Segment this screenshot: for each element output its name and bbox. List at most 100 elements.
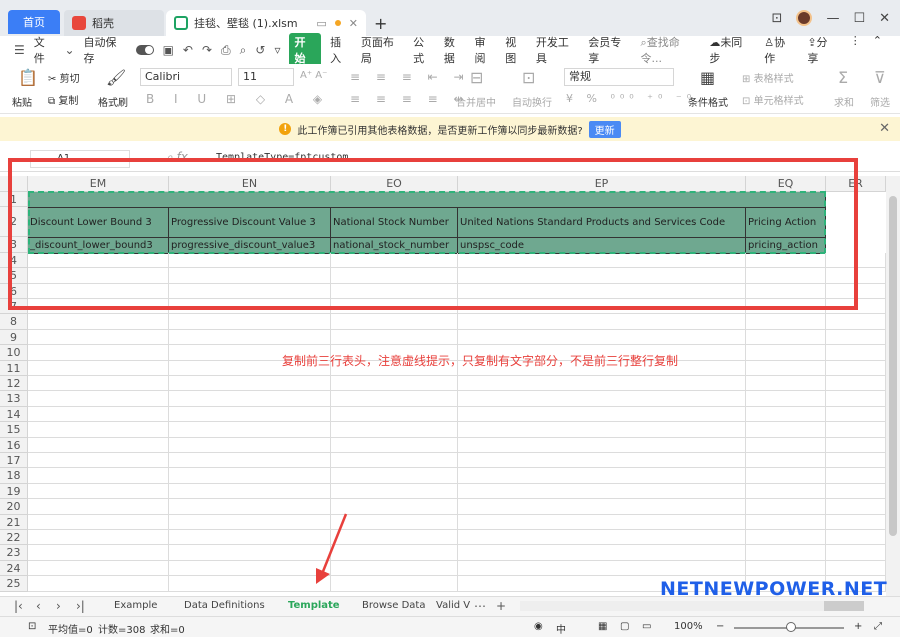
grid-cell[interactable] [458,268,746,284]
grid-cell[interactable] [169,252,331,269]
grid-cell[interactable] [746,530,826,546]
grid-cell[interactable] [746,545,826,561]
tab-workbook[interactable]: 挂毯、壁毯 (1).xlsm ▭ ✕ [166,10,366,36]
cell-em3[interactable]: _discount_lower_bound3 [28,238,169,254]
grid-cell[interactable] [826,391,886,407]
grid-cell[interactable] [28,514,169,530]
cell-style-button[interactable]: ⊡ 单元格样式 [742,92,804,107]
col-header-en[interactable]: EN [169,176,331,192]
row-header[interactable]: 15 [0,422,28,438]
grid-cell[interactable] [331,314,458,330]
grid-cell[interactable] [28,560,169,577]
grid-cell[interactable] [458,530,746,546]
grid-cell[interactable] [826,268,886,284]
row-header[interactable]: 18 [0,468,28,484]
preview-icon[interactable]: ⌕ [240,43,247,58]
zoom-in-icon[interactable]: + [854,621,862,632]
kebab-icon[interactable]: ⋮ [850,34,861,66]
sheet-tab-data-definitions[interactable]: Data Definitions [184,600,265,611]
cell-ep2[interactable]: United Nations Standard Products and Ser… [458,208,746,238]
vertical-scrollbar[interactable] [886,176,900,596]
menu-data[interactable]: 数据 [444,34,466,66]
format-painter-button[interactable]: 格式刷 [98,94,128,109]
grid-cell[interactable] [169,530,331,546]
grid-cell[interactable] [331,376,458,392]
input-method-icon[interactable]: 中 [556,621,566,636]
row-header[interactable]: 17 [0,453,28,469]
grid-cell[interactable] [169,514,331,530]
cell-em2[interactable]: Discount Lower Bound 3 [28,208,169,238]
cell-eq3[interactable]: pricing_action [746,238,826,254]
name-box[interactable]: A1 [30,150,130,168]
grid-cell[interactable] [746,268,826,284]
grid-cell[interactable] [28,391,169,407]
menu-start[interactable]: 开始 [289,33,322,67]
cell-en3[interactable]: progressive_discount_value3 [169,238,331,254]
prev-sheet-icon[interactable]: ‹ [36,599,41,613]
col-header-eq[interactable]: EQ [746,176,826,192]
grid-cell[interactable] [826,560,886,577]
grid-cell[interactable] [169,545,331,561]
grid-cell[interactable] [458,514,746,530]
close-icon[interactable]: ✕ [879,121,890,136]
paste-button[interactable]: 粘贴 [12,94,32,109]
grid-cell[interactable] [28,252,169,269]
col-header-em[interactable]: EM [28,176,169,192]
chevron-down-icon[interactable]: ⌄ [64,43,74,57]
grid-cell[interactable] [169,576,331,592]
copy-button[interactable]: ⧉ 复制 [48,92,78,107]
grid-cell[interactable] [28,314,169,330]
grid-cell[interactable] [331,468,458,484]
collapse-ribbon-icon[interactable]: ⌃ [873,34,882,66]
row-header[interactable]: 4 [0,252,28,269]
cell-eq2[interactable]: Pricing Action [746,208,826,238]
grid-cell[interactable] [169,483,331,500]
grid-cell[interactable] [746,252,826,269]
grid-cell[interactable] [826,437,886,453]
grid-cell[interactable] [458,560,746,577]
grid-cell[interactable] [458,283,746,299]
filter-icon[interactable]: ⊽ [874,68,886,87]
grid-cell[interactable] [826,314,886,330]
align-top-icons[interactable]: ≡ ≡ ≡ ⇤ ⇥ [350,70,470,84]
grid-cell[interactable] [169,422,331,438]
grid-cell[interactable] [331,329,458,346]
grid-cell[interactable] [331,252,458,269]
grid-cell[interactable] [458,391,746,407]
row-header[interactable]: 7 [0,299,28,315]
conditional-format-button[interactable]: 条件格式 [688,94,728,109]
grid-cell[interactable] [28,530,169,546]
grid-cell[interactable] [826,422,886,438]
update-button[interactable]: 更新 [588,120,621,138]
grid-cell[interactable] [169,299,331,315]
grid-cell[interactable] [826,545,886,561]
cell-eo3[interactable]: national_stock_number [331,238,458,254]
grid-cell[interactable] [746,345,826,361]
more-icon[interactable]: ▿ [274,43,280,57]
close-window-icon[interactable]: ✕ [879,11,890,26]
grid-cell[interactable] [746,483,826,500]
row-header[interactable]: 19 [0,483,28,500]
grid-cell[interactable] [746,314,826,330]
grid-cell[interactable] [826,453,886,469]
menu-view[interactable]: 视图 [505,34,527,66]
horizontal-scroll-thumb[interactable] [824,601,864,611]
grid-cell[interactable] [746,453,826,469]
grid-cell[interactable] [826,299,886,315]
grid-cell[interactable] [169,560,331,577]
tab-home[interactable]: 首页 [8,10,60,34]
grid-cell[interactable] [746,391,826,407]
select-all-corner[interactable] [0,176,28,192]
grid-cell[interactable] [28,360,169,376]
row-header[interactable]: 6 [0,283,28,299]
row-header[interactable]: 23 [0,545,28,561]
grid-cell[interactable] [826,360,886,376]
last-sheet-icon[interactable]: ›| [76,599,85,613]
font-grow-icon[interactable]: A⁺ A⁻ [300,70,327,81]
grid-cell[interactable] [746,360,826,376]
grid-cell[interactable] [28,453,169,469]
grid-cell[interactable] [331,453,458,469]
row-header[interactable]: 14 [0,406,28,423]
grid-cell[interactable] [746,283,826,299]
row-header[interactable]: 8 [0,314,28,330]
